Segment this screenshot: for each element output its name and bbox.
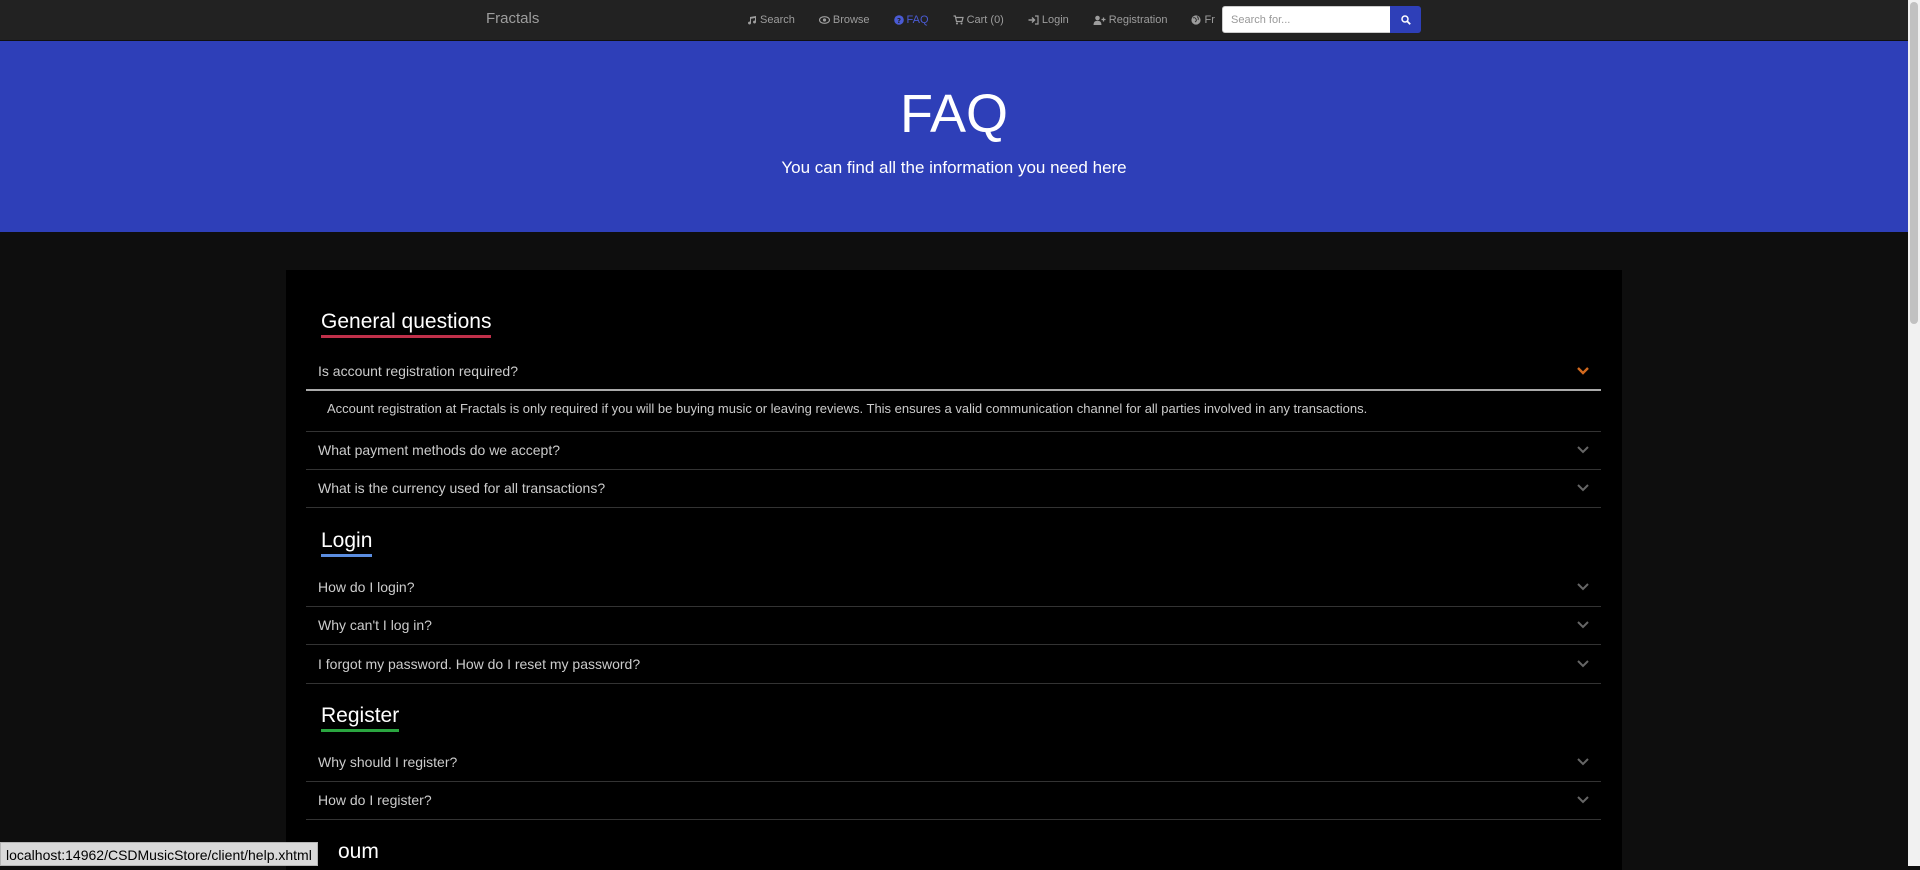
- nav-registration-label: Registration: [1108, 14, 1168, 26]
- nav-language[interactable]: Fr: [1191, 14, 1215, 26]
- nav-language-label: Fr: [1204, 14, 1215, 26]
- faq-question-text: How do I login?: [318, 579, 415, 595]
- cart-icon: [953, 15, 964, 25]
- page-scrollbar[interactable]: [1908, 0, 1920, 866]
- nav-menu: Search Browse ? FAQ Cart (0) Login Regis…: [747, 0, 1215, 40]
- chevron-down-icon: [1577, 758, 1589, 766]
- nav-search-label: Search: [760, 14, 795, 26]
- chevron-down-icon: [1577, 367, 1589, 375]
- faq-question-text: Why can't I log in?: [318, 617, 432, 633]
- nav-login-label: Login: [1041, 14, 1069, 26]
- chevron-down-icon: [1577, 583, 1589, 591]
- user-plus-icon: [1093, 15, 1106, 25]
- browser-status-bar: localhost:14962/CSDMusicStore/client/hel…: [0, 842, 318, 866]
- nav-registration[interactable]: Registration: [1093, 14, 1168, 26]
- faq-question-registration-required[interactable]: Is account registration required?: [306, 354, 1601, 391]
- faq-answer: Account registration at Fractals is only…: [306, 388, 1601, 432]
- section-title-general: General questions: [321, 310, 492, 339]
- nav-faq-label: FAQ: [906, 14, 929, 26]
- page-subtitle: You can find all the information you nee…: [781, 158, 1127, 177]
- faq-question-text: Is account registration required?: [318, 363, 518, 379]
- nav-cart-label: Cart (0): [966, 14, 1004, 26]
- faq-question-text: What is the currency used for all transa…: [318, 480, 606, 496]
- faq-question-how-register[interactable]: How do I register?: [306, 783, 1601, 820]
- chevron-down-icon: [1577, 660, 1589, 668]
- nav-login[interactable]: Login: [1028, 14, 1069, 26]
- sign-in-icon: [1028, 15, 1039, 25]
- faq-question-currency[interactable]: What is the currency used for all transa…: [306, 471, 1601, 508]
- faq-question-text: How do I register?: [318, 792, 432, 808]
- faq-question-text: Why should I register?: [318, 754, 458, 770]
- chevron-down-icon: [1577, 796, 1589, 804]
- svg-text:?: ?: [897, 17, 901, 25]
- scrollbar-thumb[interactable]: [1910, 2, 1918, 324]
- faq-question-why-register[interactable]: Why should I register?: [306, 745, 1601, 782]
- navbar: Fractals Search Browse ? FAQ Cart (0) Lo…: [0, 0, 1908, 41]
- nav-browse[interactable]: Browse: [818, 14, 870, 26]
- hero-banner: FAQ You can find all the information you…: [0, 41, 1908, 232]
- music-icon: [748, 16, 757, 25]
- chevron-down-icon: [1577, 446, 1589, 454]
- section-title-login: Login: [321, 529, 373, 558]
- faq-question-reset-password[interactable]: I forgot my password. How do I reset my …: [306, 647, 1601, 684]
- faq-question-how-login[interactable]: How do I login?: [306, 570, 1601, 607]
- section-title-partial: oum: [338, 840, 379, 863]
- search-icon: [1400, 14, 1411, 25]
- globe-icon: [1191, 15, 1202, 25]
- nav-faq[interactable]: ? FAQ: [893, 14, 929, 26]
- faq-question-text: I forgot my password. How do I reset my …: [318, 656, 641, 672]
- faq-question-payment-methods[interactable]: What payment methods do we accept?: [306, 433, 1601, 470]
- page-title: FAQ: [899, 84, 1009, 144]
- faq-question-text: What payment methods do we accept?: [318, 442, 561, 458]
- search-input[interactable]: [1222, 6, 1392, 33]
- section-title-register: Register: [321, 704, 400, 733]
- chevron-down-icon: [1577, 484, 1589, 492]
- faq-panel: General questions Is account registratio…: [286, 270, 1622, 870]
- nav-search[interactable]: Search: [747, 14, 795, 26]
- brand-link[interactable]: Fractals: [486, 10, 539, 27]
- faq-answer-text: Account registration at Fractals is only…: [327, 401, 1368, 416]
- eye-icon: [818, 16, 830, 24]
- question-circle-icon: ?: [893, 15, 904, 25]
- nav-cart[interactable]: Cart (0): [953, 14, 1004, 26]
- nav-browse-label: Browse: [832, 14, 870, 26]
- chevron-down-icon: [1577, 621, 1589, 629]
- search-button[interactable]: [1390, 6, 1421, 33]
- faq-question-cant-login[interactable]: Why can't I log in?: [306, 608, 1601, 645]
